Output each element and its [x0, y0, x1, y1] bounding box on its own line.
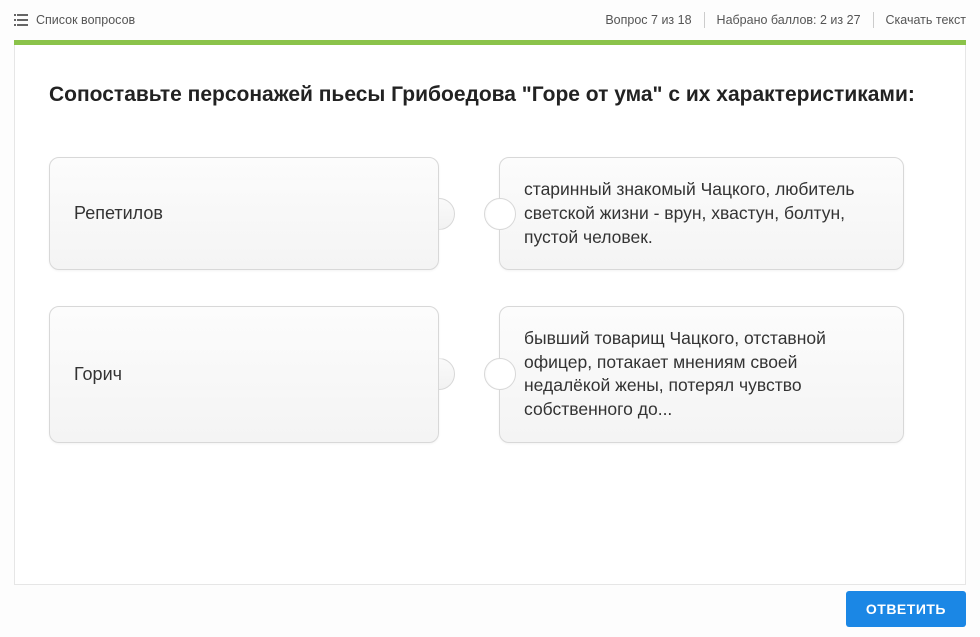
- separator: [873, 12, 874, 28]
- puzzle-left-text: Горич: [74, 364, 122, 385]
- topbar-right: Вопрос 7 из 18 Набрано баллов: 2 из 27 С…: [605, 12, 966, 28]
- question-title: Сопоставьте персонажей пьесы Грибоедова …: [49, 81, 931, 109]
- score-label: Набрано баллов: 2 из 27: [717, 13, 861, 27]
- topbar: Список вопросов Вопрос 7 из 18 Набрано б…: [0, 0, 980, 40]
- puzzle-left-text: Репетилов: [74, 203, 163, 224]
- pair-row: Репетилов старинный знакомый Чацкого, лю…: [49, 157, 931, 270]
- question-counter: Вопрос 7 из 18: [605, 13, 691, 27]
- puzzle-right-text: бывший товарищ Чацкого, отставной офицер…: [524, 327, 879, 422]
- pair-row: Горич бывший товарищ Чацкого, отставной …: [49, 306, 931, 443]
- puzzle-right-text: старинный знакомый Чацкого, любитель све…: [524, 178, 879, 249]
- puzzle-left-piece[interactable]: Горич: [49, 306, 439, 443]
- separator: [704, 12, 705, 28]
- question-card: Сопоставьте персонажей пьесы Грибоедова …: [14, 45, 966, 585]
- pairs-container: Репетилов старинный знакомый Чацкого, лю…: [49, 157, 931, 442]
- answer-button[interactable]: ОТВЕТИТЬ: [846, 591, 966, 627]
- puzzle-right-piece[interactable]: старинный знакомый Чацкого, любитель све…: [499, 157, 904, 270]
- download-text-link[interactable]: Скачать текст: [886, 13, 966, 27]
- puzzle-left-piece[interactable]: Репетилов: [49, 157, 439, 270]
- question-list-link[interactable]: Список вопросов: [14, 13, 135, 27]
- puzzle-right-piece[interactable]: бывший товарищ Чацкого, отставной офицер…: [499, 306, 904, 443]
- question-list-label: Список вопросов: [36, 13, 135, 27]
- list-icon: [14, 14, 28, 26]
